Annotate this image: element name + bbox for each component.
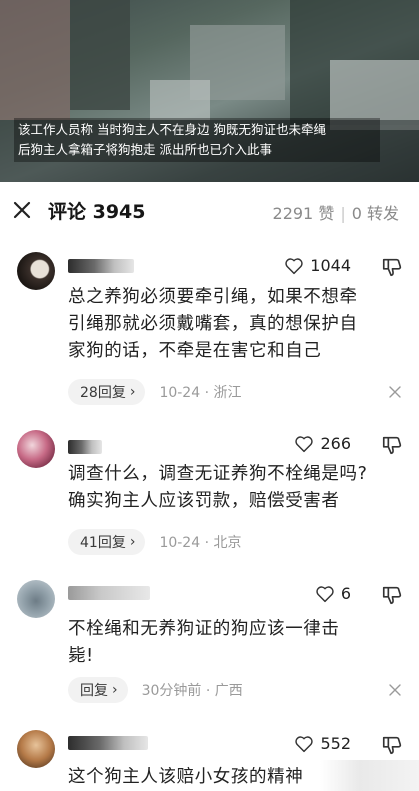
video-scene-block (150, 80, 210, 120)
reply-button[interactable]: 回复 › (68, 677, 128, 703)
comment-time-location: 10-24 · 浙江 (159, 385, 242, 401)
avatar[interactable] (17, 730, 55, 768)
header-stats: 2291 赞 | 0 转发 (273, 200, 399, 224)
view-replies-button[interactable]: 41回复 › (68, 529, 146, 555)
reply-count: 41回复 (80, 535, 126, 551)
username[interactable] (68, 259, 134, 273)
heart-outline-icon (316, 585, 334, 602)
comment-time-location: 30分钟前 · 广西 (141, 683, 243, 699)
thumbs-down-outline-icon[interactable] (381, 256, 403, 278)
reply-count: 28回复 (80, 385, 126, 401)
like-button[interactable]: 552 (294, 734, 351, 753)
chevron-right-icon: › (129, 384, 136, 400)
video-scene-block (0, 0, 70, 120)
likes-count: 2291 赞 (272, 204, 335, 223)
comment-meta: 28回复 › 10-24 · 浙江 (68, 379, 241, 405)
comment-text-line: 毙! (68, 646, 94, 666)
like-button[interactable]: 6 (315, 584, 351, 603)
like-count: 266 (320, 434, 351, 453)
heart-outline-icon (285, 257, 303, 274)
like-count: 552 (320, 734, 351, 753)
x-icon[interactable] (389, 684, 401, 696)
comment-meta: 回复 › 30分钟前 · 广西 (68, 677, 243, 703)
comment-time-location: 10-24 · 北京 (159, 535, 242, 551)
heart-outline-icon (295, 435, 314, 452)
watermark-blur (320, 760, 419, 791)
username[interactable] (68, 736, 148, 750)
video-scene-block (70, 0, 130, 110)
heart-outline-icon (295, 735, 314, 752)
comment-meta: 41回复 › 10-24 · 北京 (68, 529, 241, 555)
comment-text-line: 调查什么，调查无证养狗不栓绳是吗? (68, 464, 368, 484)
like-count: 6 (340, 584, 351, 603)
thumbs-down-outline-icon[interactable] (381, 434, 403, 456)
comment-text-line: 不栓绳和无养狗证的狗应该一律击 (68, 619, 340, 639)
sheet-header: 评论 3945 2291 赞 | 0 转发 (0, 182, 419, 240)
like-count: 1044 (310, 256, 351, 275)
view-replies-button[interactable]: 28回复 › (68, 379, 146, 405)
thumbs-down-outline-icon[interactable] (381, 584, 403, 606)
video-player[interactable]: 该工作人员称 当时狗主人不在身边 狗既无狗证也未牵绳 后狗主人拿箱子将狗抱走 派… (0, 0, 419, 182)
comment-text-line: 家狗的话，不牵是在害它和自己 (68, 341, 322, 361)
reply-label: 回复 (80, 683, 108, 699)
comment-text: 调查什么，调查无证养狗不栓绳是吗? 确实狗主人应该罚款，赔偿受害者 (68, 461, 408, 515)
comment-text: 不栓绳和无养狗证的狗应该一律击 毙! (68, 616, 408, 670)
comment-text-line: 总之养狗必须要牵引绳，如果不想牵 (68, 287, 358, 307)
thumbs-down-outline-icon[interactable] (381, 734, 403, 756)
caption-line: 后狗主人拿箱子将狗抱走 派出所也已介入此事 (18, 142, 272, 157)
avatar[interactable] (17, 252, 55, 290)
comment-text-line: 引绳那就必须戴嘴套，真的想保护自 (68, 314, 358, 334)
chevron-right-icon: › (129, 534, 136, 550)
avatar[interactable] (17, 430, 55, 468)
divider: | (340, 204, 346, 223)
video-caption: 该工作人员称 当时狗主人不在身边 狗既无狗证也未牵绳 后狗主人拿箱子将狗抱走 派… (14, 118, 380, 162)
comment-count-title: 评论 3945 (48, 201, 146, 223)
like-button[interactable]: 266 (294, 434, 351, 453)
username[interactable] (68, 586, 150, 600)
comment-text: 总之养狗必须要牵引绳，如果不想牵 引绳那就必须戴嘴套，真的想保护自 家狗的话，不… (68, 284, 408, 365)
caption-line: 该工作人员称 当时狗主人不在身边 狗既无狗证也未牵绳 (18, 122, 326, 137)
like-button[interactable]: 1044 (284, 256, 351, 275)
shares-count: 0 转发 (351, 204, 399, 223)
close-icon[interactable] (12, 200, 32, 220)
chevron-right-icon: › (112, 682, 118, 698)
avatar[interactable] (17, 580, 55, 618)
x-icon[interactable] (389, 386, 401, 398)
username[interactable] (68, 440, 102, 454)
comment-text-line: 确实狗主人应该罚款，赔偿受害者 (68, 491, 340, 511)
